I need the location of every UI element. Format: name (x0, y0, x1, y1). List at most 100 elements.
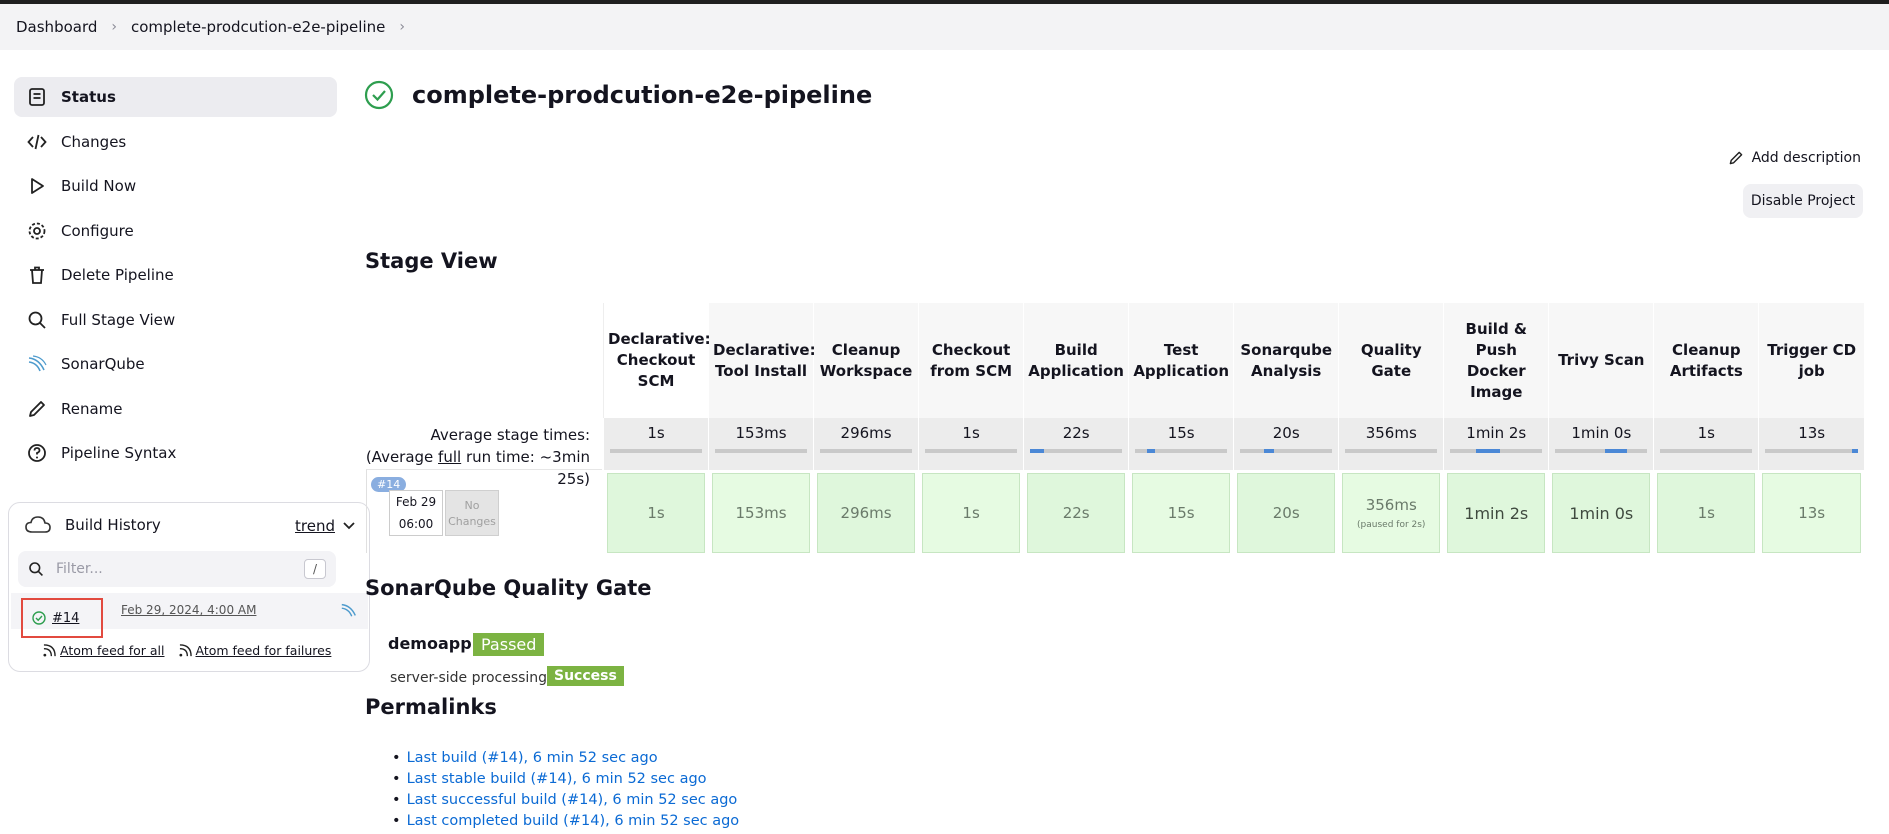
build-run-row: 1s 153ms 296ms 1s 22s 15s 20s 356ms (paus… (602, 470, 1864, 556)
stage-header: Trigger CD job (1758, 303, 1864, 418)
atom-feed-failures-link[interactable]: Atom feed for failures (178, 643, 332, 658)
stage-header: Cleanup Workspace (813, 303, 919, 418)
avg-time-cell: 15s (1128, 418, 1234, 470)
permalink-last-successful-build[interactable]: Last successful build (#14), 6 min 52 se… (392, 792, 739, 813)
avg-time: 356ms (1365, 424, 1417, 442)
sonarqube-icon[interactable] (340, 601, 358, 623)
stage-header: Test Application (1128, 303, 1234, 418)
stage-run-cell[interactable]: 153ms (708, 470, 814, 556)
sidebar-item-label: Pipeline Syntax (61, 444, 177, 462)
success-check-icon (32, 611, 46, 625)
sidebar-item-label: Configure (61, 221, 134, 240)
build-filter-input[interactable]: Filter... / (18, 551, 336, 587)
stage-run-cell[interactable]: 1min 2s (1443, 470, 1549, 556)
disable-project-button[interactable]: Disable Project (1743, 184, 1863, 218)
sidebar-item-label: Rename (61, 399, 123, 418)
stage-run-duration: 153ms (712, 473, 811, 553)
sidebar-item-changes[interactable]: Changes (14, 122, 337, 162)
avg-time-bar (820, 449, 913, 453)
stage-run-cell[interactable]: 296ms (813, 470, 919, 556)
sonarqube-heading: SonarQube Quality Gate (365, 576, 652, 600)
avg-time-bar (925, 449, 1018, 453)
stage-header: Quality Gate (1338, 303, 1444, 418)
breadcrumb-project[interactable]: complete-prodcution-e2e-pipeline (131, 18, 385, 36)
add-description-button[interactable]: Add description (1728, 150, 1861, 166)
permalink-last-completed-build[interactable]: Last completed build (#14), 6 min 52 sec… (392, 813, 740, 834)
chevron-right-icon: › (111, 19, 117, 35)
sidebar-item-label: Build Now (61, 177, 137, 195)
code-icon (26, 131, 48, 153)
avg-time-cell: 22s (1023, 418, 1129, 470)
sidebar-item-full-stage-view[interactable]: Full Stage View (14, 300, 337, 340)
atom-feed-all-label: Atom feed for all (60, 643, 165, 658)
trash-icon (26, 264, 48, 286)
permalinks-heading: Permalinks (365, 695, 497, 719)
build-number: #14 (52, 610, 80, 626)
breadcrumb-dashboard[interactable]: Dashboard (16, 18, 97, 36)
permalink-last-stable-build[interactable]: Last stable build (#14), 6 min 52 sec ag… (392, 771, 739, 792)
quality-gate-status-badge: Passed (473, 633, 545, 656)
sidebar-item-configure[interactable]: Configure (14, 211, 337, 251)
avg-time: 15s (1167, 424, 1195, 442)
avg-time: 296ms (840, 424, 892, 442)
avg-time: 1s (962, 424, 980, 442)
stage-run-cell[interactable]: 1s (918, 470, 1024, 556)
stage-run-duration: 15s (1132, 473, 1231, 553)
avg-time: 1min 2s (1466, 424, 1527, 442)
atom-feed-all-link[interactable]: Atom feed for all (43, 643, 165, 658)
build-row[interactable]: #14 Feb 29, 2024, 4:00 AM (11, 593, 368, 638)
pencil-icon (26, 398, 48, 420)
avg-time: 1min 0s (1571, 424, 1632, 442)
avg-full-link[interactable]: full (438, 448, 461, 466)
rss-icon (178, 644, 192, 657)
stage-run-cell[interactable]: 356ms (paused for 2s) (1338, 470, 1444, 556)
run-info: #14 Feb 29 06:00 No Changes (366, 469, 602, 553)
stage-run-cell[interactable]: 1min 0s (1548, 470, 1654, 556)
avg-time-bar (1345, 449, 1438, 453)
build-number-link[interactable]: #14 (21, 598, 103, 638)
stage-run-cell[interactable]: 13s (1758, 470, 1864, 556)
avg-time-bar (610, 449, 703, 453)
sonarqube-icon (26, 353, 48, 375)
sidebar-item-status[interactable]: Status (14, 77, 337, 117)
stage-run-duration: 1min 2s (1447, 473, 1546, 553)
run-date: Feb 29 06:00 (389, 490, 443, 536)
avg-time-cell: 1s (1653, 418, 1759, 470)
cloud-icon (25, 515, 51, 535)
stage-header-row: Declarative: Checkout SCM Declarative: T… (602, 303, 1864, 418)
avg-time-bar (1450, 449, 1543, 453)
avg-time-cell: 153ms (708, 418, 814, 470)
run-date-time: 06:00 (398, 517, 434, 531)
avg-time-cell: 1min 0s (1548, 418, 1654, 470)
stage-run-cell-quality-gate: 356ms (paused for 2s) (1342, 473, 1441, 553)
stage-header: Trivy Scan (1548, 303, 1654, 418)
stage-run-cell[interactable]: 20s (1233, 470, 1339, 556)
trend-button[interactable]: trend (295, 517, 355, 535)
permalink-last-build[interactable]: Last build (#14), 6 min 52 sec ago (392, 750, 739, 771)
sidebar-item-build-now[interactable]: Build Now (14, 166, 337, 206)
sidebar-item-pipeline-syntax[interactable]: Pipeline Syntax (14, 433, 337, 473)
avg-time-cell: 20s (1233, 418, 1339, 470)
avg-full-prefix: (Average (365, 448, 439, 466)
stage-run-cell[interactable]: 22s (1023, 470, 1129, 556)
sidebar-item-delete-pipeline[interactable]: Delete Pipeline (14, 255, 337, 295)
atom-feed-failures-label: Atom feed for failures (195, 643, 332, 658)
sidebar-item-rename[interactable]: Rename (14, 389, 337, 429)
no-changes-box[interactable]: No Changes (445, 490, 499, 536)
avg-time: 153ms (735, 424, 787, 442)
breadcrumb: Dashboard › complete-prodcution-e2e-pipe… (0, 0, 1889, 50)
status-icon (26, 86, 48, 108)
sidebar-item-sonarqube[interactable]: SonarQube (14, 344, 337, 384)
stage-header: Declarative: Tool Install (708, 303, 816, 418)
stage-run-note: (paused for 2s) (1357, 520, 1426, 530)
sonarqube-project-name[interactable]: demoapp (388, 634, 472, 653)
stage-run-cell[interactable]: 1s (602, 470, 709, 556)
stage-run-cell[interactable]: 15s (1128, 470, 1234, 556)
build-date[interactable]: Feb 29, 2024, 4:00 AM (121, 603, 256, 617)
chevron-right-icon[interactable]: › (399, 19, 405, 35)
stage-run-cell[interactable]: 1s (1653, 470, 1759, 556)
avg-time-cell: 1s (602, 418, 709, 470)
stage-run-duration: 1s (1657, 473, 1756, 553)
avg-time-cell: 356ms (1338, 418, 1444, 470)
build-history-title: Build History (65, 516, 161, 534)
